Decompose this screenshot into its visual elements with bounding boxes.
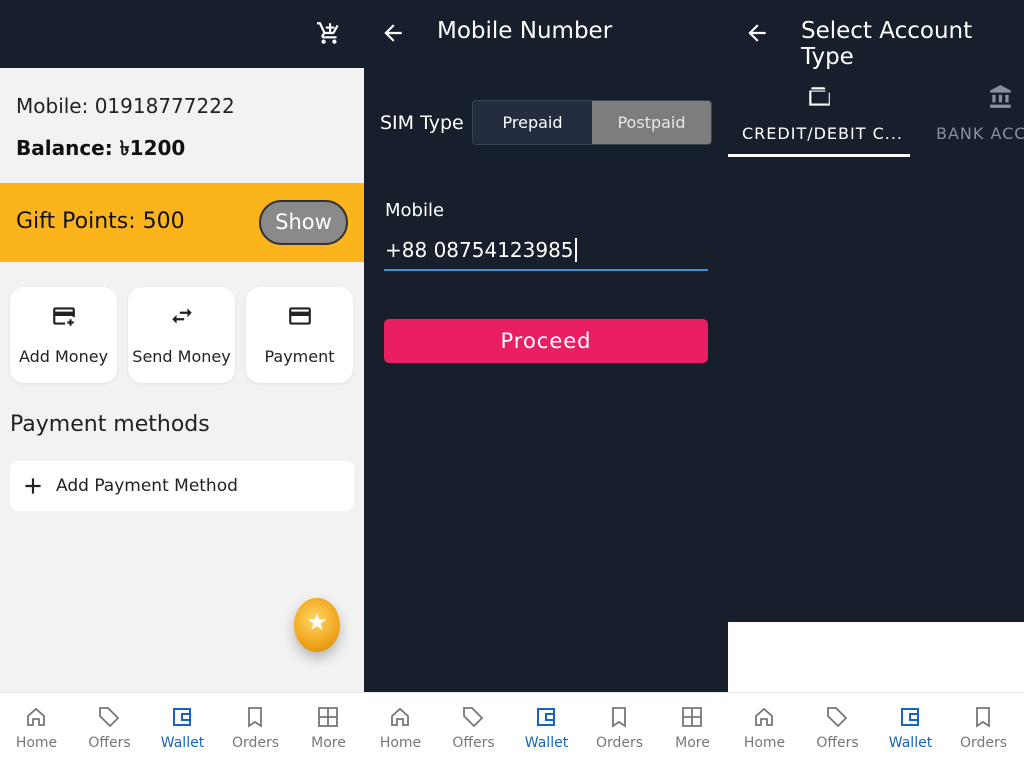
add-payment-method-button[interactable]: Add Payment Method bbox=[10, 461, 354, 511]
tag-icon bbox=[99, 707, 120, 728]
nav-label: Wallet bbox=[888, 735, 933, 751]
nav-orders[interactable]: Orders bbox=[947, 693, 1020, 769]
back-arrow-icon[interactable] bbox=[380, 20, 406, 46]
grid-icon bbox=[318, 707, 338, 727]
mobile-number-screen: Mobile Number SIM Type Prepaid Postpaid … bbox=[364, 0, 728, 768]
mobile-field-underline bbox=[384, 269, 708, 271]
sim-type-label: SIM Type bbox=[380, 112, 464, 134]
bottom-nav: Home Offers Wallet Orders bbox=[728, 692, 1024, 768]
show-button[interactable]: Show bbox=[259, 200, 348, 245]
nav-home[interactable]: Home bbox=[364, 693, 437, 769]
add-card-icon bbox=[53, 307, 75, 326]
tab-credit-debit-card[interactable]: CREDIT/DEBIT C... bbox=[728, 78, 910, 158]
nav-home[interactable]: Home bbox=[728, 693, 801, 769]
bookmark-icon bbox=[248, 707, 262, 728]
mobile-field[interactable]: +88 08754123985 bbox=[385, 238, 577, 262]
bookmark-icon bbox=[612, 707, 626, 728]
nav-label: Offers bbox=[452, 735, 495, 751]
payment-methods-heading: Payment methods bbox=[10, 412, 210, 437]
sim-option-prepaid[interactable]: Prepaid bbox=[473, 101, 592, 144]
nav-wallet[interactable]: Wallet bbox=[510, 693, 583, 769]
cart-icon[interactable] bbox=[316, 20, 342, 46]
home-icon bbox=[27, 707, 45, 726]
tag-icon bbox=[827, 707, 848, 728]
nav-label: Orders bbox=[231, 735, 280, 751]
nav-label: Home bbox=[379, 735, 422, 751]
tab-credit-debit-label: CREDIT/DEBIT C... bbox=[742, 124, 904, 143]
nav-offers[interactable]: Offers bbox=[801, 693, 874, 769]
swap-arrows-icon bbox=[172, 308, 192, 324]
wallet-icon bbox=[173, 708, 191, 726]
plus-icon bbox=[25, 478, 41, 494]
page-title: Mobile Number bbox=[437, 18, 613, 44]
bottom-nav: Home Offers Wallet Orders More bbox=[0, 692, 364, 768]
wallet-screen: Mobile: 01918777222 Balance: ৳1200 Gift … bbox=[0, 0, 364, 768]
sim-type-toggle: Prepaid Postpaid bbox=[472, 100, 712, 145]
add-money-button[interactable]: Add Money bbox=[10, 287, 117, 383]
tag-icon bbox=[463, 707, 484, 728]
nav-more[interactable]: More bbox=[656, 693, 729, 769]
content-area bbox=[728, 622, 1024, 692]
home-icon bbox=[391, 707, 409, 726]
send-money-button[interactable]: Send Money bbox=[128, 287, 235, 383]
mobile-number-text: Mobile: 01918777222 bbox=[16, 94, 235, 118]
nav-label: Orders bbox=[595, 735, 644, 751]
page-title: Select Account Type bbox=[801, 18, 973, 70]
gift-points-bar: Gift Points: 500 Show bbox=[0, 183, 364, 262]
top-bar bbox=[0, 0, 364, 68]
gift-points-text: Gift Points: 500 bbox=[16, 209, 185, 234]
balance-text: Balance: ৳1200 bbox=[16, 136, 186, 160]
active-tab-indicator bbox=[728, 154, 910, 157]
bookmark-icon bbox=[976, 707, 990, 728]
tab-bank-account[interactable]: BANK ACCO bbox=[924, 78, 1024, 158]
nav-label: Offers bbox=[816, 735, 859, 751]
account-type-screen: Select Account Type CREDIT/DEBIT C... BA… bbox=[728, 0, 1024, 768]
wallet-icon bbox=[809, 87, 830, 106]
nav-label: More bbox=[675, 735, 710, 751]
grid-icon bbox=[682, 707, 702, 727]
star-icon: ★ bbox=[306, 608, 328, 636]
nav-label: Orders bbox=[959, 735, 1008, 751]
rewards-fab-button[interactable]: ★ bbox=[294, 598, 340, 652]
bottom-nav: Home Offers Wallet Orders More bbox=[364, 692, 728, 768]
nav-label: Offers bbox=[88, 735, 131, 751]
nav-label: Wallet bbox=[160, 735, 205, 751]
nav-more[interactable]: More bbox=[292, 693, 365, 769]
add-payment-method-label: Add Payment Method bbox=[56, 476, 238, 496]
home-icon bbox=[755, 707, 773, 726]
nav-home[interactable]: Home bbox=[0, 693, 73, 769]
add-money-label: Add Money bbox=[18, 347, 109, 366]
nav-wallet[interactable]: Wallet bbox=[146, 693, 219, 769]
mobile-field-label: Mobile bbox=[385, 200, 445, 221]
nav-label: Home bbox=[743, 735, 786, 751]
nav-label: Home bbox=[15, 735, 58, 751]
payment-button[interactable]: Payment bbox=[246, 287, 353, 383]
nav-orders[interactable]: Orders bbox=[219, 693, 292, 769]
sim-option-postpaid[interactable]: Postpaid bbox=[592, 101, 711, 144]
proceed-button[interactable]: Proceed bbox=[384, 319, 708, 363]
nav-label: Wallet bbox=[524, 735, 569, 751]
payment-label: Payment bbox=[264, 347, 335, 366]
nav-orders[interactable]: Orders bbox=[583, 693, 656, 769]
send-money-label: Send Money bbox=[132, 347, 231, 366]
credit-card-icon bbox=[289, 307, 311, 325]
wallet-icon bbox=[901, 708, 919, 726]
nav-offers[interactable]: Offers bbox=[73, 693, 146, 769]
nav-wallet[interactable]: Wallet bbox=[874, 693, 947, 769]
nav-offers[interactable]: Offers bbox=[437, 693, 510, 769]
back-arrow-icon[interactable] bbox=[744, 20, 770, 46]
nav-label: More bbox=[311, 735, 346, 751]
bank-icon bbox=[990, 85, 1011, 108]
wallet-icon bbox=[537, 708, 555, 726]
tab-bank-label: BANK ACCO bbox=[936, 124, 1024, 143]
